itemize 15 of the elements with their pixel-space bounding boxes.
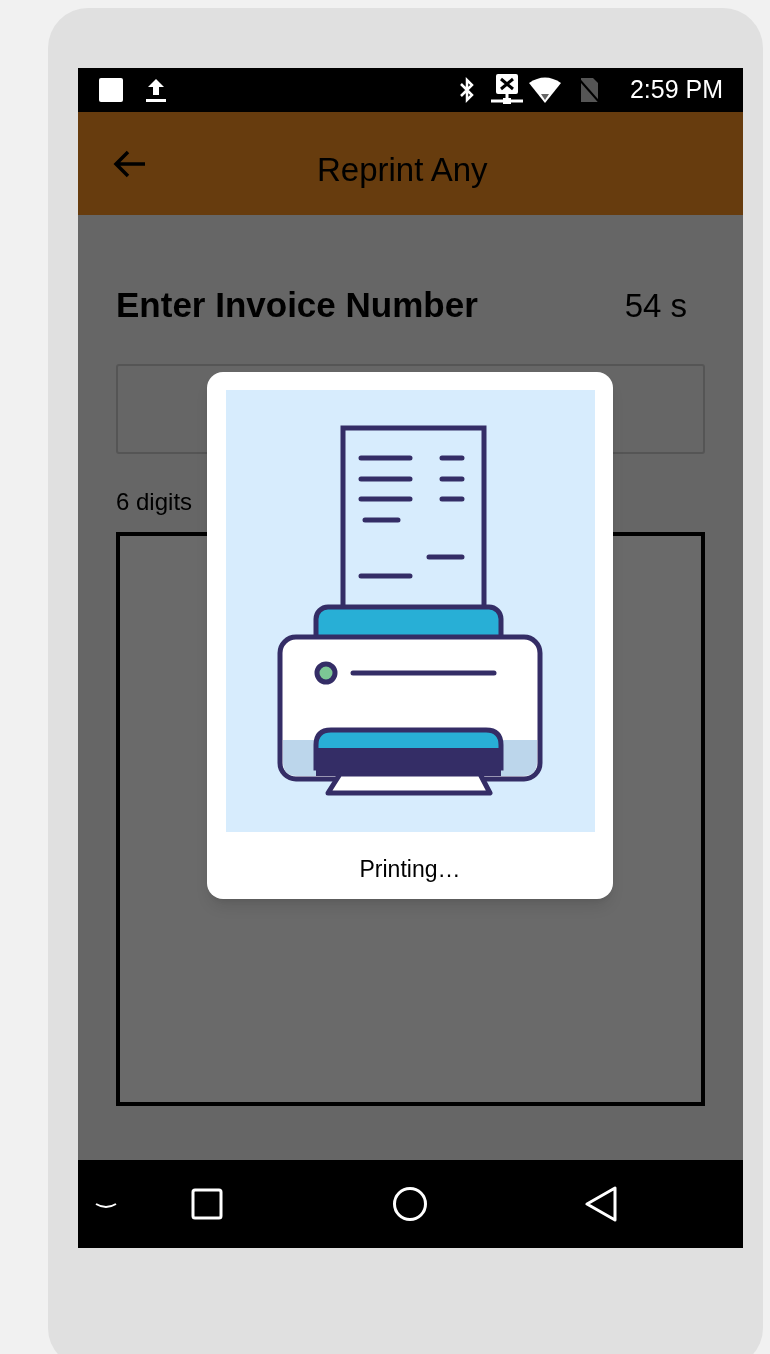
keyboard-hide-icon[interactable] (94, 1202, 118, 1210)
recents-icon[interactable] (191, 1188, 223, 1220)
printing-message: Printing… (359, 855, 461, 884)
square-icon (98, 77, 124, 103)
screen-title: Reprint Any (317, 150, 488, 190)
countdown-timer: 54 s (624, 285, 687, 326)
invoice-heading: Enter Invoice Number (116, 284, 478, 326)
wifi-icon (527, 76, 562, 104)
status-time: 2:59 PM (629, 74, 723, 106)
home-icon[interactable] (392, 1186, 428, 1222)
upload-icon (144, 77, 168, 103)
bluetooth-icon (457, 76, 476, 104)
network-error-icon (489, 73, 524, 107)
digits-hint: 6 digits (116, 486, 194, 517)
back-triangle-icon[interactable] (584, 1186, 618, 1222)
